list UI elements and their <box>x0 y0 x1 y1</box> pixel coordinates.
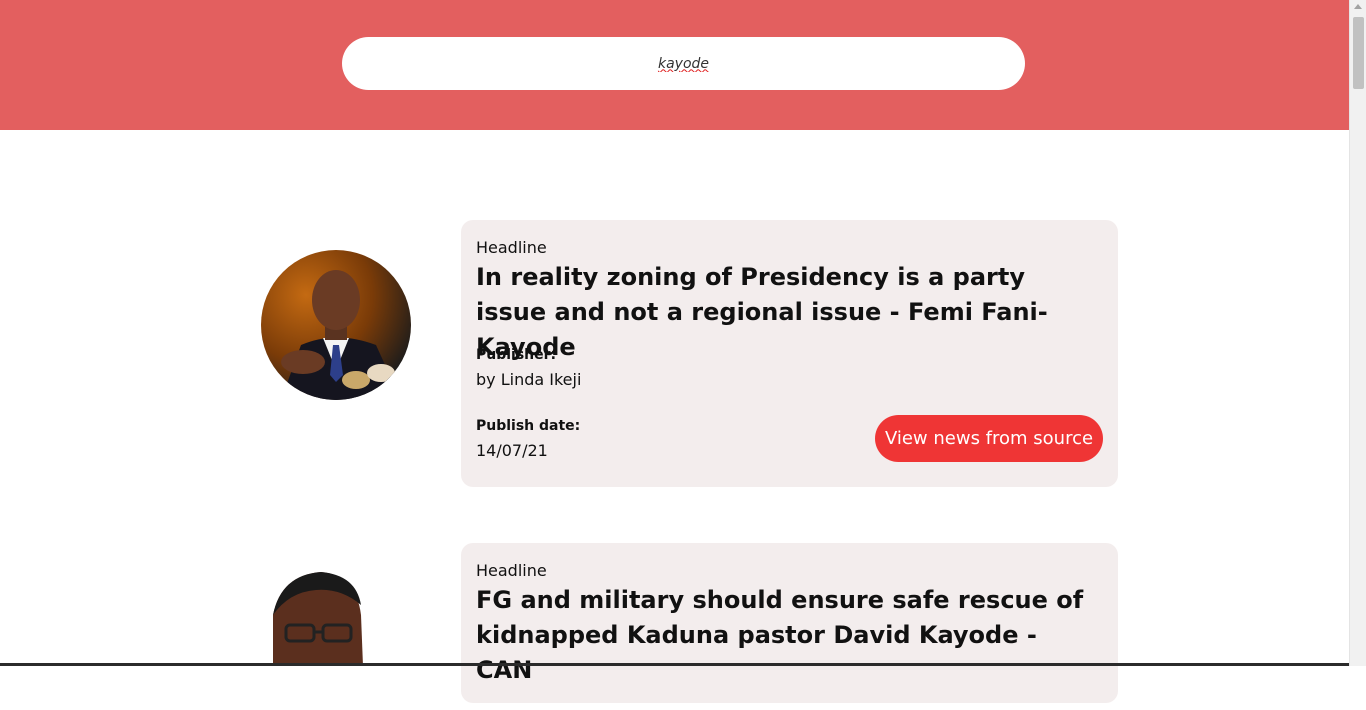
headline-label: Headline <box>476 561 547 580</box>
search-header <box>0 0 1349 130</box>
news-card: Headline In reality zoning of Presidency… <box>461 220 1118 487</box>
scrollbar[interactable] <box>1349 0 1366 666</box>
search-input[interactable] <box>342 37 1025 90</box>
publisher-label: Publisher: <box>476 347 557 363</box>
view-source-button[interactable]: View news from source <box>875 415 1103 462</box>
publish-date-value: 14/07/21 <box>476 441 548 460</box>
headline-label: Headline <box>476 238 547 257</box>
article-image <box>261 250 411 400</box>
headline-title: FG and military should ensure safe rescu… <box>476 586 1084 684</box>
publisher-value: by Linda Ikeji <box>476 370 582 389</box>
scrollbar-thumb[interactable] <box>1353 17 1364 89</box>
headline-title: In reality zoning of Presidency is a par… <box>476 263 1048 361</box>
publish-date-label: Publish date: <box>476 418 581 434</box>
news-card: Headline FG and military should ensure s… <box>461 543 1118 703</box>
scroll-up-arrow-icon[interactable] <box>1354 4 1362 9</box>
article-image <box>261 560 411 710</box>
